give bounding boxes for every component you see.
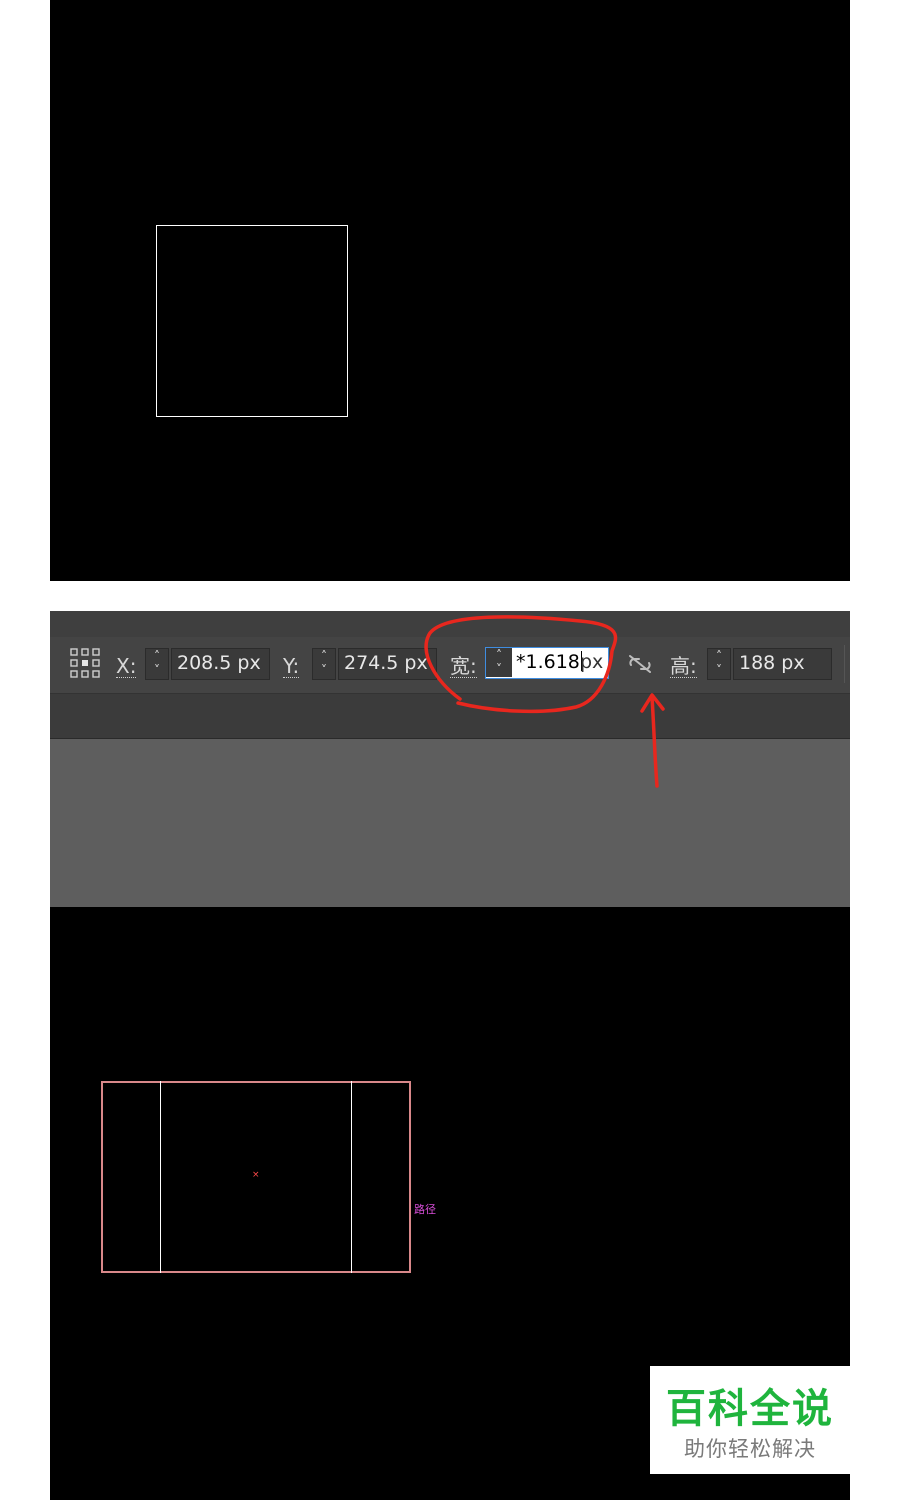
watermark-title: 百科全说	[666, 1386, 834, 1432]
width-unit: px	[580, 651, 604, 673]
chevron-down-icon[interactable]: ˅	[486, 662, 512, 676]
chevron-up-icon[interactable]: ˄	[486, 648, 512, 662]
chevron-up-icon[interactable]: ˄	[313, 649, 335, 663]
width-input-focused[interactable]: ˄ ˅ *1.618 px	[485, 647, 609, 679]
toolbar-top-strip	[50, 611, 850, 638]
y-label: Y:	[283, 654, 300, 678]
unlink-chain-icon[interactable]	[627, 651, 653, 677]
path-label: 路径	[414, 1203, 436, 1216]
y-input[interactable]: 274.5 px	[338, 648, 437, 680]
width-spinner[interactable]: ˄ ˅	[486, 648, 512, 677]
chevron-up-icon[interactable]: ˄	[146, 649, 168, 663]
width-label: 宽:	[450, 654, 477, 678]
height-input[interactable]: 188 px	[733, 648, 832, 680]
x-label: X:	[116, 654, 137, 678]
chevron-down-icon[interactable]: ˅	[146, 663, 168, 677]
width-value: *1.618	[516, 651, 580, 673]
height-label: 高:	[670, 654, 697, 678]
chevron-up-icon[interactable]: ˄	[708, 649, 730, 663]
x-input[interactable]: 208.5 px	[171, 648, 270, 680]
anchor-grid-icon[interactable]	[70, 648, 100, 678]
watermark-subtitle: 助你轻松解决	[684, 1437, 816, 1461]
chevron-down-icon[interactable]: ˅	[708, 663, 730, 677]
canvas-top[interactable]	[50, 0, 850, 581]
square-shape[interactable]	[156, 225, 348, 417]
height-spinner[interactable]: ˄ ˅	[707, 648, 731, 680]
ui-section: X: ˄ ˅ 208.5 px Y: ˄ ˅ 274.5 px 宽: ˄ ˅ *…	[50, 611, 850, 907]
center-mark-icon: ×	[252, 1170, 260, 1180]
x-spinner[interactable]: ˄ ˅	[145, 648, 169, 680]
y-spinner[interactable]: ˄ ˅	[312, 648, 336, 680]
width-input[interactable]: *1.618	[516, 648, 583, 677]
chevron-down-icon[interactable]: ˅	[313, 663, 335, 677]
toolbar-divider	[844, 645, 845, 683]
watermark-logo: 百科全说 助你轻松解决	[650, 1366, 850, 1474]
toolbar-lower-strip	[50, 694, 850, 739]
